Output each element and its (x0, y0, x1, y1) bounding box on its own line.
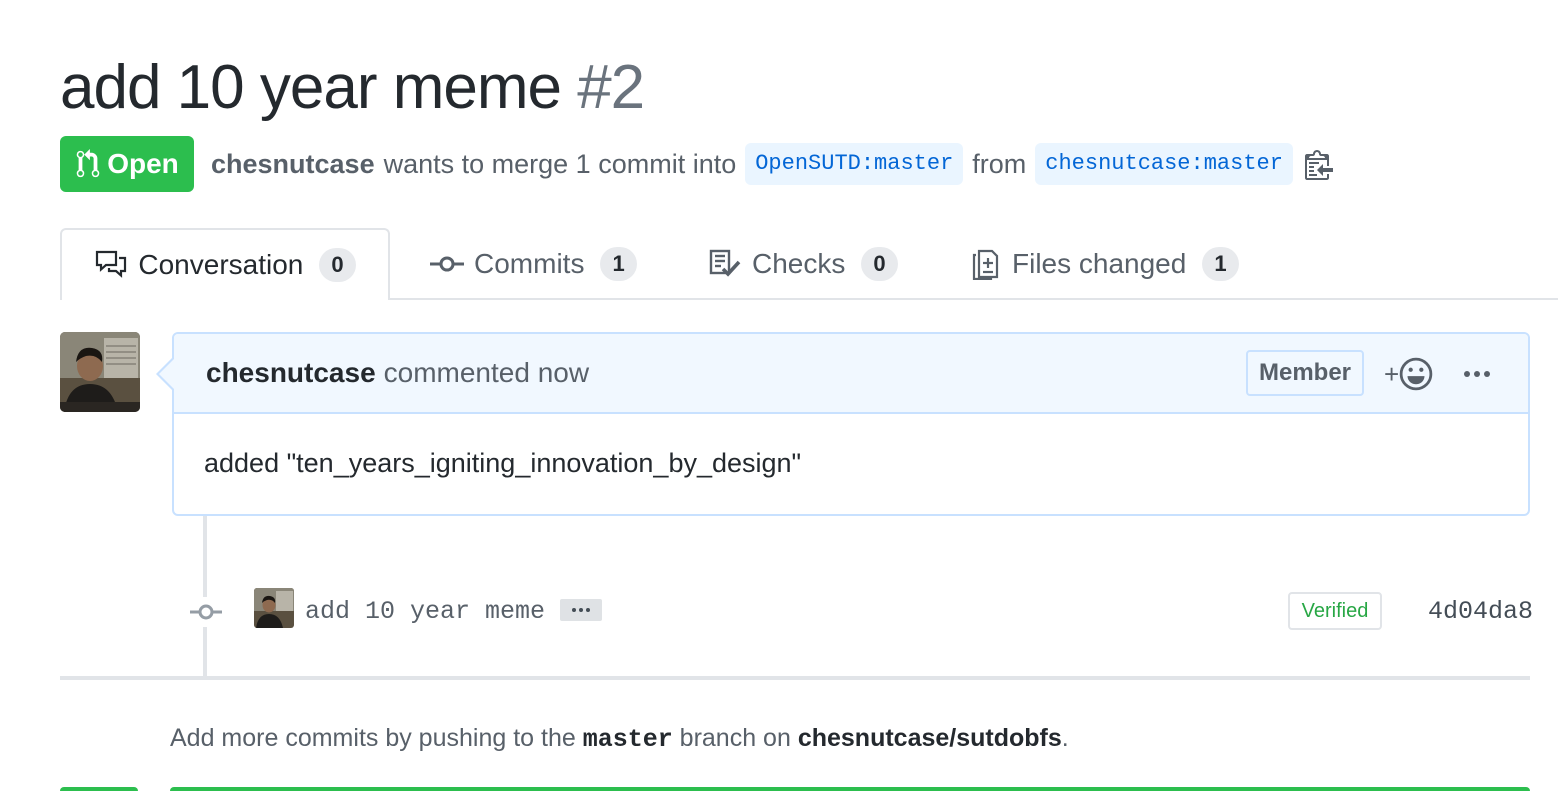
tab-counter: 1 (1202, 247, 1239, 281)
push-hint-branch: master (582, 725, 673, 754)
pr-state-label: Open (107, 148, 179, 179)
commit-author-avatar[interactable] (254, 588, 294, 628)
head-branch[interactable]: chesnutcase:master (1035, 143, 1293, 185)
comment-title: chesnutcase commented now (206, 334, 589, 412)
tab-conversation[interactable]: Conversation 0 (60, 228, 390, 300)
tab-counter: 1 (600, 247, 637, 281)
comment-pointer-inner (159, 358, 175, 390)
git-pull-request-icon (76, 149, 100, 178)
commit-sha-link[interactable]: 4d04da8 (1428, 592, 1533, 632)
pr-number: #2 (577, 53, 645, 122)
avatar[interactable] (60, 332, 140, 412)
tab-commits[interactable]: Commits 1 (430, 228, 637, 300)
comment-box: chesnutcase commented now Member + added… (172, 332, 1530, 516)
pr-title-text: add 10 year meme (60, 53, 562, 122)
timeline-end-divider (60, 676, 1530, 680)
pr-meta: chesnutcase wants to merge 1 commit into… (211, 140, 1334, 188)
reaction-plus: + (1384, 358, 1400, 389)
commit-expand-button[interactable] (560, 599, 602, 621)
comment-author-link[interactable]: chesnutcase (206, 357, 376, 389)
merge-icon-edge (60, 787, 138, 791)
git-commit-icon (430, 256, 464, 272)
file-diff-icon (972, 249, 999, 280)
push-hint: Add more commits by pushing to the maste… (170, 716, 1069, 760)
tab-label: Conversation (138, 249, 304, 280)
pr-author-link[interactable]: chesnutcase (211, 149, 375, 180)
tab-label: Commits (474, 248, 585, 279)
kebab-horizontal-icon (1464, 371, 1490, 377)
page-title: add 10 year meme #2 (60, 48, 645, 128)
pr-state-badge: Open (60, 136, 194, 192)
push-hint-suffix: . (1061, 724, 1069, 752)
smiley-icon (1399, 357, 1433, 391)
comment-timestamp[interactable]: commented now (384, 357, 589, 389)
comment-discussion-icon (96, 250, 127, 278)
from-text: from (972, 148, 1027, 179)
push-hint-middle: branch on (679, 724, 791, 752)
tab-label: Files changed (1012, 248, 1187, 279)
push-hint-prefix: Add more commits by pushing to the (170, 724, 576, 752)
tab-counter: 0 (861, 247, 898, 281)
clippy-copy-icon[interactable] (1304, 148, 1334, 180)
base-branch[interactable]: OpenSUTD:master (745, 143, 964, 185)
avatar-photo (60, 332, 140, 412)
comment-options-button[interactable] (1460, 354, 1494, 394)
tab-label: Checks (752, 248, 846, 279)
comment-body: added "ten_years_igniting_innovation_by_… (204, 447, 802, 478)
push-hint-repo-link[interactable]: chesnutcase/sutdobfs (798, 724, 1062, 752)
tab-counter: 0 (319, 248, 356, 282)
checklist-icon (709, 249, 741, 277)
commit-message-link[interactable]: add 10 year meme (305, 592, 545, 632)
avatar-photo (254, 588, 294, 628)
member-role-label: Member (1246, 350, 1364, 396)
ellipsis-icon (572, 608, 590, 612)
add-reaction-button[interactable]: + (1384, 354, 1444, 394)
merge-box-edge (170, 787, 1530, 791)
timeline-line (203, 516, 207, 676)
tab-files-changed[interactable]: Files changed 1 (968, 228, 1239, 300)
verified-badge[interactable]: Verified (1288, 592, 1382, 630)
git-commit-icon (190, 597, 222, 627)
merge-text: wants to merge 1 commit into (383, 148, 737, 179)
comment-header: chesnutcase commented now Member + (174, 334, 1528, 414)
tab-checks[interactable]: Checks 0 (708, 228, 898, 300)
